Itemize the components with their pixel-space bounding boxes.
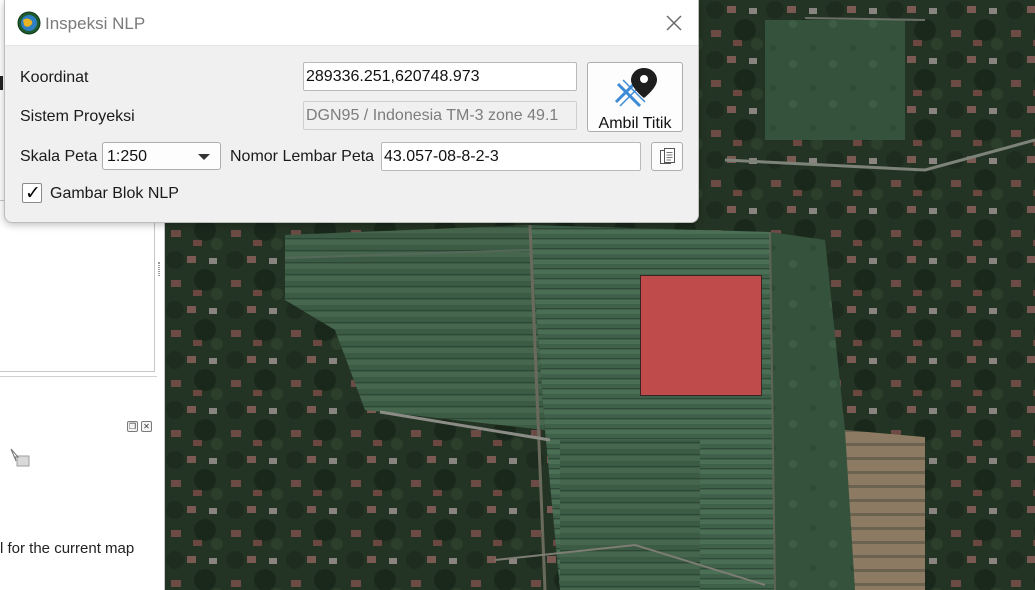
ambil-titik-label: Ambil Titik [598,115,672,132]
close-icon [666,15,682,31]
gambar-blok-nlp-checkbox[interactable]: ✓ [22,183,42,203]
panel-splitter-handle[interactable] [158,262,160,276]
panel-edge-mark [0,76,3,90]
check-icon: ✓ [25,182,41,204]
skala-peta-select[interactable]: 1:250 [102,142,221,170]
gambar-blok-nlp-label[interactable]: Gambar Blok NLP [50,185,179,203]
qgis-globe-icon [17,11,41,35]
dialog-titlebar[interactable]: Inspeksi NLP [5,0,698,46]
sistem-proyeksi-field: DGN95 / Indonesia TM-3 zone 49.1 [303,101,577,130]
nlp-block-polygon[interactable] [640,275,762,396]
layer-style-icon[interactable] [8,446,36,472]
dock-separator [0,376,157,377]
chevron-down-icon [198,154,210,160]
close-button[interactable] [655,6,693,40]
dialog-title: Inspeksi NLP [45,14,146,33]
layer-tree[interactable] [0,200,155,372]
dock-float-button[interactable]: ❐ [127,421,138,432]
map-pin-icon [614,68,657,108]
sistem-proyeksi-label: Sistem Proyeksi [20,108,135,125]
dock-close-button[interactable]: ✕ [141,421,152,432]
koordinat-label: Koordinat [20,69,89,86]
ambil-titik-button[interactable]: Ambil Titik [587,62,683,132]
koordinat-field[interactable]: 289336.251,620748.973 [303,62,577,91]
copy-button[interactable] [651,142,683,171]
inspeksi-nlp-dialog: Inspeksi NLP Koordinat 289336.251,620748… [4,0,699,223]
panel-hint-text: l for the current map [0,540,135,557]
nomor-lembar-peta-field[interactable]: 43.057-08-8-2-3 [381,142,641,171]
skala-peta-label: Skala Peta [20,148,98,165]
skala-peta-value: 1:250 [107,148,148,165]
clipboard-icon [660,148,675,164]
nomor-lembar-peta-label: Nomor Lembar Peta [230,148,375,165]
